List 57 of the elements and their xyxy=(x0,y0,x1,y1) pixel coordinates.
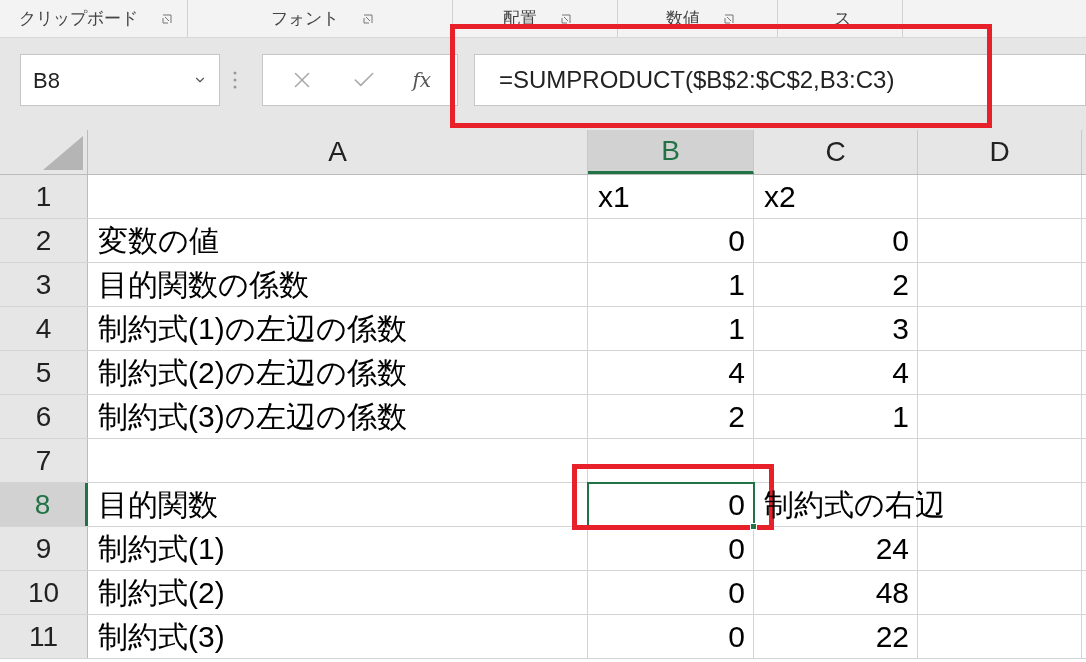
cell-value: 1 xyxy=(892,399,910,435)
cell-value: 0 xyxy=(728,575,746,611)
cell-text: x2 xyxy=(763,179,796,215)
cell-value: 22 xyxy=(875,619,910,655)
row-header[interactable]: 2 xyxy=(0,219,88,262)
row-header[interactable]: 6 xyxy=(0,395,88,438)
cell-value: 2 xyxy=(728,399,746,435)
row-header[interactable]: 10 xyxy=(0,571,88,614)
row-header[interactable]: 11 xyxy=(0,615,88,658)
cell-value: 0 xyxy=(728,619,746,655)
cell-text: 制約式(1) xyxy=(97,531,225,567)
name-box-value: B8 xyxy=(33,66,60,95)
name-box[interactable]: B8 xyxy=(20,54,220,106)
cell-value: 2 xyxy=(892,267,910,303)
ribbon-group-label: クリップボード xyxy=(19,7,138,30)
cell-text: 制約式(3)の左辺の係数 xyxy=(97,399,407,435)
formula-text: =SUMPRODUCT($B$2:$C$2,B3:C3) xyxy=(499,65,895,95)
cell-value: 4 xyxy=(728,355,746,391)
drag-handle-icon[interactable] xyxy=(232,70,238,90)
row-header[interactable]: 7 xyxy=(0,439,88,482)
cell-text: x1 xyxy=(597,179,630,215)
dialog-launcher-icon[interactable] xyxy=(162,13,172,24)
cell-value: 0 xyxy=(892,223,910,259)
cell-value: 3 xyxy=(892,311,910,347)
cell-text: 制約式(1)の左辺の係数 xyxy=(97,311,407,347)
column-header[interactable]: C xyxy=(754,130,918,174)
column-header[interactable]: B xyxy=(588,130,754,174)
dialog-launcher-icon[interactable] xyxy=(561,13,571,24)
selected-cell[interactable]: 0 xyxy=(588,483,754,526)
row-header[interactable]: 8 xyxy=(0,483,88,526)
ribbon-group-label: フォント xyxy=(271,7,339,30)
insert-function-button[interactable]: fx xyxy=(412,65,432,95)
row-header[interactable]: 5 xyxy=(0,351,88,394)
row-header[interactable]: 3 xyxy=(0,263,88,306)
dialog-launcher-icon[interactable] xyxy=(363,13,373,24)
cell-value: 0 xyxy=(728,487,746,523)
row-header[interactable]: 9 xyxy=(0,527,88,570)
cell-value: 48 xyxy=(875,575,910,611)
cell-value: 4 xyxy=(892,355,910,391)
formula-field[interactable]: =SUMPRODUCT($B$2:$C$2,B3:C3) xyxy=(474,54,1086,106)
cell-value: 24 xyxy=(875,531,910,567)
cell-text: 制約式(3) xyxy=(97,619,225,655)
column-header[interactable]: D xyxy=(918,130,1082,174)
cell-value: 1 xyxy=(728,311,746,347)
cell-text: 目的関数 xyxy=(97,487,218,523)
ribbon-group-label: ス xyxy=(833,7,851,30)
cell-value: 0 xyxy=(728,223,746,259)
cell-text: 制約式(2)の左辺の係数 xyxy=(97,355,407,391)
row-header[interactable]: 1 xyxy=(0,175,88,218)
fill-handle[interactable] xyxy=(750,523,757,530)
cell-text: 目的関数の係数 xyxy=(97,267,309,303)
cell-value: 1 xyxy=(728,267,746,303)
cell-text: 制約式(2) xyxy=(97,575,225,611)
dialog-launcher-icon[interactable] xyxy=(723,13,734,24)
row-header[interactable]: 4 xyxy=(0,307,88,350)
cell-text: 変数の値 xyxy=(97,223,219,259)
cell-value: 0 xyxy=(728,531,746,567)
